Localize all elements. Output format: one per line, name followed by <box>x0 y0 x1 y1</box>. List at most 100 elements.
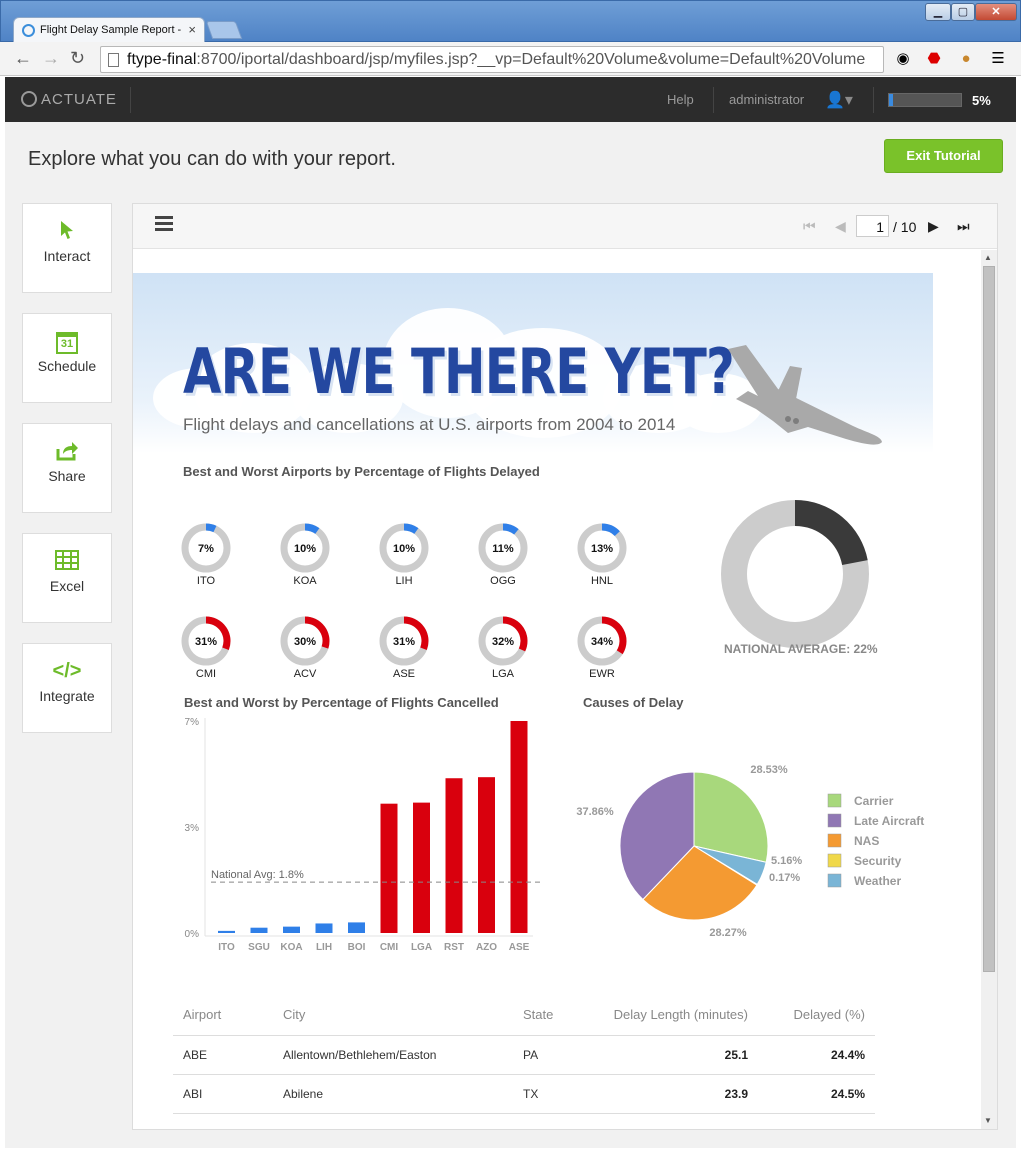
page-icon <box>108 53 119 67</box>
donut-arc-KOA <box>304 523 320 534</box>
donut-label-ASE: ASE <box>393 668 415 680</box>
donut-arc-OGG <box>502 523 519 535</box>
app-header: ACTUATE Help administrator 👤▾ 5% <box>5 77 1016 122</box>
bar-ASE <box>510 721 528 933</box>
page-total: / 10 <box>893 219 917 235</box>
back-arrow-icon[interactable]: ← <box>14 48 32 68</box>
browser-tab[interactable]: Flight Delay Sample Report - × <box>13 17 205 43</box>
donut-label-CMI: CMI <box>196 668 216 680</box>
mask-extension-icon[interactable]: ◉ <box>893 50 913 68</box>
bar-x-tick-label: ITO <box>218 942 235 953</box>
cookie-extension-icon[interactable]: ● <box>956 50 976 68</box>
column-header[interactable]: State <box>513 995 578 1036</box>
code-icon: </> <box>52 660 82 682</box>
minimize-icon[interactable]: ▁ <box>925 3 951 21</box>
new-tab-button[interactable] <box>205 21 243 39</box>
airplane-icon <box>728 345 882 445</box>
bar-BOI <box>348 922 365 933</box>
legend-label-nas: NAS <box>854 834 879 848</box>
maximize-icon[interactable]: ▢ <box>951 3 975 21</box>
bar-x-tick-label: BOI <box>348 942 366 953</box>
url-path: :8700/iportal/dashboard/jsp/myfiles.jsp?… <box>196 51 866 68</box>
donut-value-KOA: 10% <box>294 543 316 555</box>
sidebar-item-excel[interactable]: Excel <box>22 533 112 623</box>
donut-label-OGG: OGG <box>490 575 516 587</box>
report-title: ARE WE THERE YET? <box>183 335 735 408</box>
bar-x-tick-label: RST <box>444 942 464 953</box>
donut-label-HNL: HNL <box>591 575 613 587</box>
url-host: ftype-final <box>127 51 197 68</box>
reload-icon[interactable]: ↻ <box>70 48 85 68</box>
user-avatar-icon[interactable]: 👤▾ <box>825 90 853 110</box>
cell-city: Allentown/Bethlehem/Easton <box>273 1035 513 1075</box>
bar-x-tick-label: LGA <box>411 942 432 953</box>
donut-value-ACV: 30% <box>294 636 316 648</box>
first-page-icon[interactable]: ⏮ <box>803 218 816 234</box>
vertical-scrollbar[interactable]: ▲ ▼ <box>981 250 997 1129</box>
scrollbar-thumb[interactable] <box>983 266 995 972</box>
tutorial-area: Explore what you can do with your report… <box>5 122 1016 1148</box>
address-bar[interactable]: ftype-final:8700/iportal/dashboard/jsp/m… <box>100 46 884 73</box>
user-menu[interactable]: administrator <box>729 92 804 107</box>
sidebar-item-label: Excel <box>49 578 85 594</box>
donut-arc-HNL <box>601 523 620 537</box>
column-header[interactable]: Delayed (%) <box>758 995 875 1036</box>
cell-delay-length: 25.1 <box>578 1035 758 1075</box>
sidebar-item-schedule[interactable]: 31 Schedule <box>22 313 112 403</box>
progress-fill <box>889 94 893 106</box>
tab-close-icon[interactable]: × <box>188 22 196 37</box>
cell-airport: ABE <box>173 1035 273 1075</box>
sidebar-item-interact[interactable]: Interact <box>22 203 112 293</box>
column-header[interactable]: City <box>273 995 513 1036</box>
menu-icon[interactable] <box>155 216 173 234</box>
report-charts: 7% ITO 10% KOA 10% LIH 11% OGG 13% HNL 31% CMI 30% AC… <box>181 500 924 953</box>
donut-value-CMI: 31% <box>195 636 217 648</box>
window-titlebar: Flight Delay Sample Report - × ▁ ▢ ✕ <box>0 0 1021 43</box>
help-link[interactable]: Help <box>667 92 694 107</box>
donut-label-LGA: LGA <box>492 668 515 680</box>
header-divider <box>713 87 714 113</box>
cell-city: Abilene <box>273 1074 513 1114</box>
next-page-icon[interactable]: ▶ <box>928 218 939 234</box>
bar-AZO <box>478 777 495 933</box>
bar-x-tick-label: LIH <box>316 942 332 953</box>
stop-extension-icon[interactable]: ⬣ <box>924 50 944 68</box>
legend-label-late-aircraft: Late Aircraft <box>854 814 924 828</box>
legend-label-weather: Weather <box>854 874 901 888</box>
sidebar-item-share[interactable]: Share <box>22 423 112 513</box>
browser-menu-icon[interactable]: ☰ <box>988 50 1008 68</box>
report-banner: ARE WE THERE YET? Flight delays and canc… <box>133 273 933 453</box>
bar-ITO <box>218 930 235 933</box>
bar-x-tick-label: KOA <box>280 942 302 953</box>
forward-arrow-icon[interactable]: → <box>42 48 60 68</box>
cell-delayed-percent: 24.4% <box>758 1035 875 1075</box>
donut-value-EWR: 34% <box>591 636 613 648</box>
progress-percent: 5% <box>972 93 991 108</box>
exit-tutorial-button[interactable]: Exit Tutorial <box>884 139 1003 173</box>
sidebar-item-integrate[interactable]: </> Integrate <box>22 643 112 733</box>
window-close-icon[interactable]: ✕ <box>975 3 1017 21</box>
last-page-icon[interactable]: ⏭ <box>957 218 970 234</box>
scroll-up-icon[interactable]: ▲ <box>984 253 992 262</box>
table-row[interactable]: ABI Abilene TX 23.9 24.5% <box>173 1074 875 1114</box>
scroll-down-icon[interactable]: ▼ <box>984 1116 992 1125</box>
legend-swatch-weather <box>827 873 842 888</box>
legend-label-carrier: Carrier <box>854 794 894 808</box>
sidebar-item-label: Integrate <box>39 688 95 704</box>
donut-label-KOA: KOA <box>293 575 317 587</box>
sidebar-item-label: Schedule <box>37 358 97 374</box>
donut-label-ITO: ITO <box>197 575 216 587</box>
column-header[interactable]: Delay Length (minutes) <box>578 995 758 1036</box>
donut-value-ITO: 7% <box>198 543 214 555</box>
national-average-arc <box>794 500 868 566</box>
donut-arc-LIH <box>403 523 419 534</box>
actuate-logo: ACTUATE <box>21 91 117 108</box>
previous-page-icon[interactable]: ◀ <box>835 218 846 234</box>
page-number-input[interactable]: 1 <box>856 215 889 237</box>
tutorial-progress-bar <box>888 93 962 107</box>
column-header[interactable]: Airport <box>173 995 273 1036</box>
legend-swatch-late-aircraft <box>827 813 842 828</box>
sidebar-item-label: Share <box>48 468 86 484</box>
table-row[interactable]: ABE Allentown/Bethlehem/Easton PA 25.1 2… <box>173 1035 875 1075</box>
pie-label-nas: 28.27% <box>709 927 747 939</box>
